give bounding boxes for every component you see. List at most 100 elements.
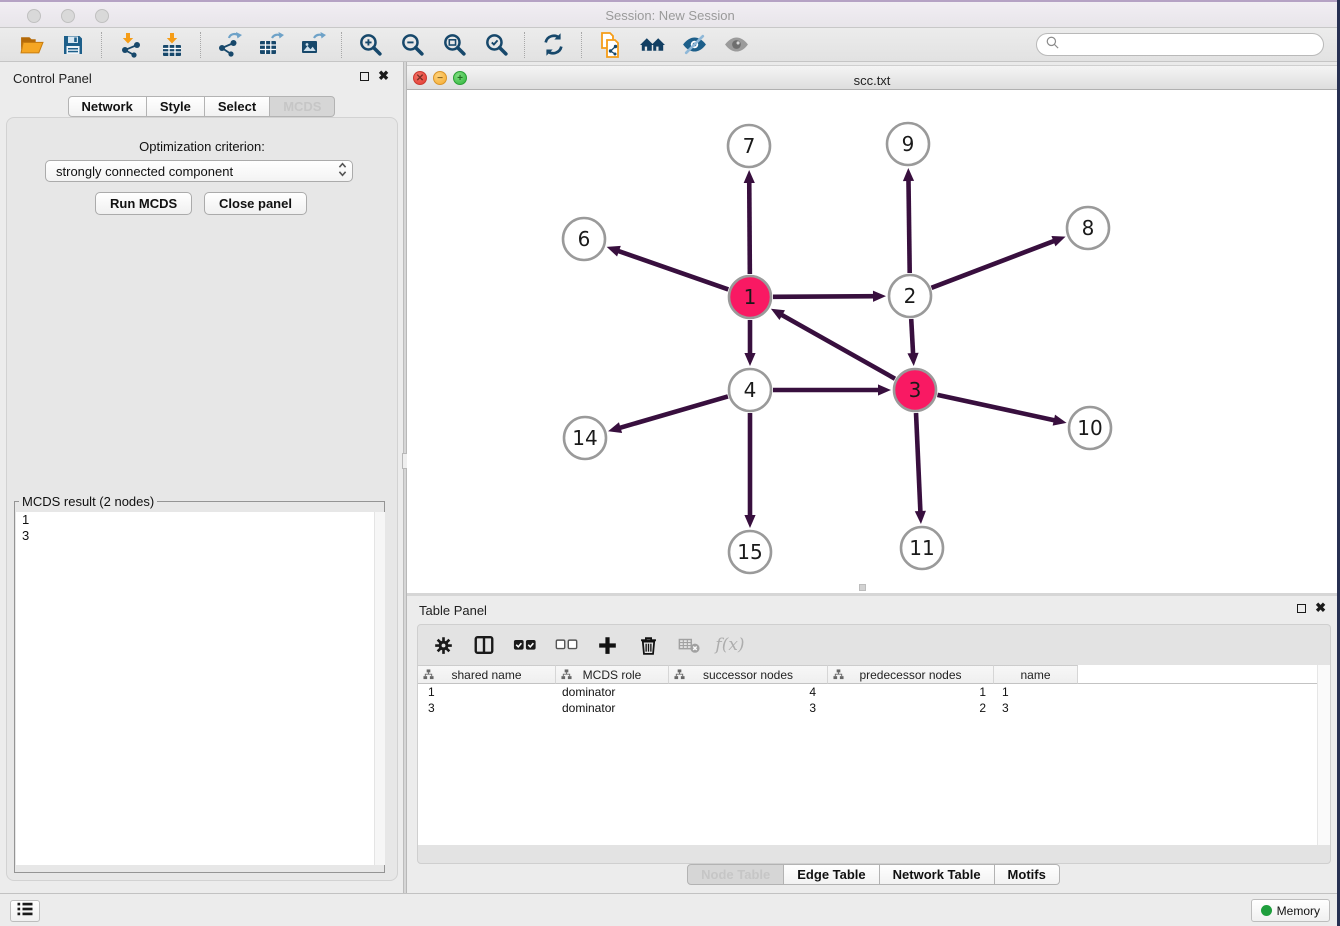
toolbar-separator — [524, 32, 525, 58]
task-history-button[interactable] — [10, 900, 40, 922]
import-table-icon[interactable] — [157, 31, 187, 59]
search-box[interactable] — [1036, 33, 1324, 56]
mcds-result-title: MCDS result (2 nodes) — [19, 494, 157, 509]
toolbar-separator — [581, 32, 582, 58]
show-columns-icon[interactable] — [471, 632, 497, 658]
header-filler — [1078, 665, 1330, 684]
node-label-8: 8 — [1082, 216, 1095, 240]
edge-2-8[interactable] — [931, 239, 1058, 287]
refresh-layout-icon[interactable] — [538, 31, 568, 59]
control-panel-tabs: NetworkStyleSelectMCDS — [0, 96, 403, 117]
tab-network[interactable]: Network — [68, 96, 147, 117]
export-table-icon[interactable] — [256, 31, 286, 59]
float-table-panel-icon[interactable] — [1297, 604, 1306, 613]
arrowhead-2-9 — [903, 168, 914, 181]
table-row[interactable]: 3dominator323 — [418, 700, 1330, 716]
zoom-fit-icon[interactable] — [439, 31, 469, 59]
arrowhead-4-3 — [878, 384, 891, 395]
mcds-result-list[interactable]: 13 — [16, 512, 385, 865]
node-label-6: 6 — [578, 227, 591, 251]
table-body: 1dominator4113dominator323 — [418, 684, 1330, 716]
tab-select[interactable]: Select — [205, 96, 270, 117]
table-panel: Table Panel ✖ f(x) shared nameMCDS roles… — [407, 596, 1340, 893]
task-list-icon — [15, 899, 35, 924]
column-label: MCDS role — [583, 668, 642, 682]
tab-edge-table[interactable]: Edge Table — [784, 864, 879, 885]
edge-3-10[interactable] — [937, 395, 1058, 421]
edge-1-7[interactable] — [749, 178, 750, 274]
node-label-11: 11 — [909, 536, 934, 560]
duplicate-network-icon[interactable] — [595, 31, 625, 59]
tab-node-table[interactable]: Node Table — [687, 864, 784, 885]
dropdown-stepper-icon — [337, 161, 348, 181]
window-title: Session: New Session — [0, 8, 1340, 23]
table-scrollbar[interactable] — [1317, 665, 1330, 845]
table-cell: 3 — [994, 701, 1078, 715]
column-header-shared-name[interactable]: shared name — [418, 665, 556, 684]
export-image-icon[interactable] — [298, 31, 328, 59]
node-label-15: 15 — [737, 540, 762, 564]
toolbar-buttons — [10, 31, 757, 59]
edge-3-1[interactable] — [778, 313, 895, 379]
close-table-panel-icon[interactable]: ✖ — [1315, 603, 1326, 613]
run-mcds-button[interactable]: Run MCDS — [95, 192, 192, 215]
node-label-2: 2 — [904, 284, 917, 308]
column-header-successor-nodes[interactable]: successor nodes — [669, 665, 828, 684]
search-input[interactable] — [1064, 38, 1315, 52]
toolbar-separator — [101, 32, 102, 58]
home-icon[interactable] — [637, 31, 667, 59]
deselect-all-rows-icon[interactable] — [553, 632, 579, 658]
table-cell: 3 — [418, 701, 556, 715]
delete-column-icon[interactable] — [635, 632, 661, 658]
network-window-titlebar[interactable]: ✕ − + scc.txt — [407, 65, 1337, 90]
tab-style[interactable]: Style — [147, 96, 205, 117]
arrowhead-1-7 — [744, 170, 755, 183]
arrowhead-4-14 — [608, 422, 622, 433]
function-builder-icon: f(x) — [717, 632, 743, 658]
result-scrollbar[interactable] — [374, 512, 385, 865]
table-settings-icon[interactable] — [430, 632, 456, 658]
table-row[interactable]: 1dominator411 — [418, 684, 1330, 700]
float-panel-icon[interactable] — [360, 72, 369, 81]
column-header-mcds-role[interactable]: MCDS role — [556, 665, 669, 684]
close-panel-button[interactable]: Close panel — [204, 192, 307, 215]
add-column-icon[interactable] — [594, 632, 620, 658]
memory-button[interactable]: Memory — [1251, 899, 1330, 922]
tab-network-table[interactable]: Network Table — [880, 864, 995, 885]
toolbar-separator — [341, 32, 342, 58]
zoom-selected-icon[interactable] — [481, 31, 511, 59]
table-cell: 2 — [828, 701, 994, 715]
edge-4-14[interactable] — [616, 396, 728, 429]
edge-1-2[interactable] — [773, 296, 878, 297]
tab-mcds[interactable]: MCDS — [270, 96, 335, 117]
table-cell: dominator — [556, 685, 669, 699]
show-all-icon[interactable] — [721, 31, 751, 59]
export-network-icon[interactable] — [214, 31, 244, 59]
edge-2-3[interactable] — [911, 319, 913, 358]
close-panel-icon[interactable]: ✖ — [378, 71, 389, 81]
save-session-icon[interactable] — [58, 31, 88, 59]
node-label-10: 10 — [1077, 416, 1102, 440]
select-all-rows-icon[interactable] — [512, 632, 538, 658]
edge-1-6[interactable] — [614, 250, 728, 290]
canvas-resize-grip[interactable] — [859, 584, 866, 591]
criterion-value: strongly connected component — [56, 164, 337, 179]
status-bar: Memory — [0, 893, 1340, 926]
import-network-icon[interactable] — [115, 31, 145, 59]
column-header-predecessor-nodes[interactable]: predecessor nodes — [828, 665, 994, 684]
network-canvas[interactable]: 7968124314101511 — [407, 90, 1337, 593]
table-tabs: Node TableEdge TableNetwork TableMotifs — [407, 864, 1340, 885]
hide-unhide-icon[interactable] — [679, 31, 709, 59]
arrowhead-4-15 — [744, 515, 755, 528]
edge-3-11[interactable] — [916, 413, 921, 516]
column-header-name[interactable]: name — [994, 665, 1078, 684]
arrowhead-3-10 — [1053, 415, 1067, 426]
criterion-dropdown[interactable]: strongly connected component — [45, 160, 353, 182]
edge-2-9[interactable] — [908, 176, 909, 273]
node-table-container: f(x) shared name MCDS role successor nodes… — [417, 624, 1331, 864]
zoom-in-icon[interactable] — [355, 31, 385, 59]
zoom-out-icon[interactable] — [397, 31, 427, 59]
tab-motifs[interactable]: Motifs — [995, 864, 1060, 885]
search-icon — [1045, 35, 1060, 55]
open-file-icon[interactable] — [16, 31, 46, 59]
